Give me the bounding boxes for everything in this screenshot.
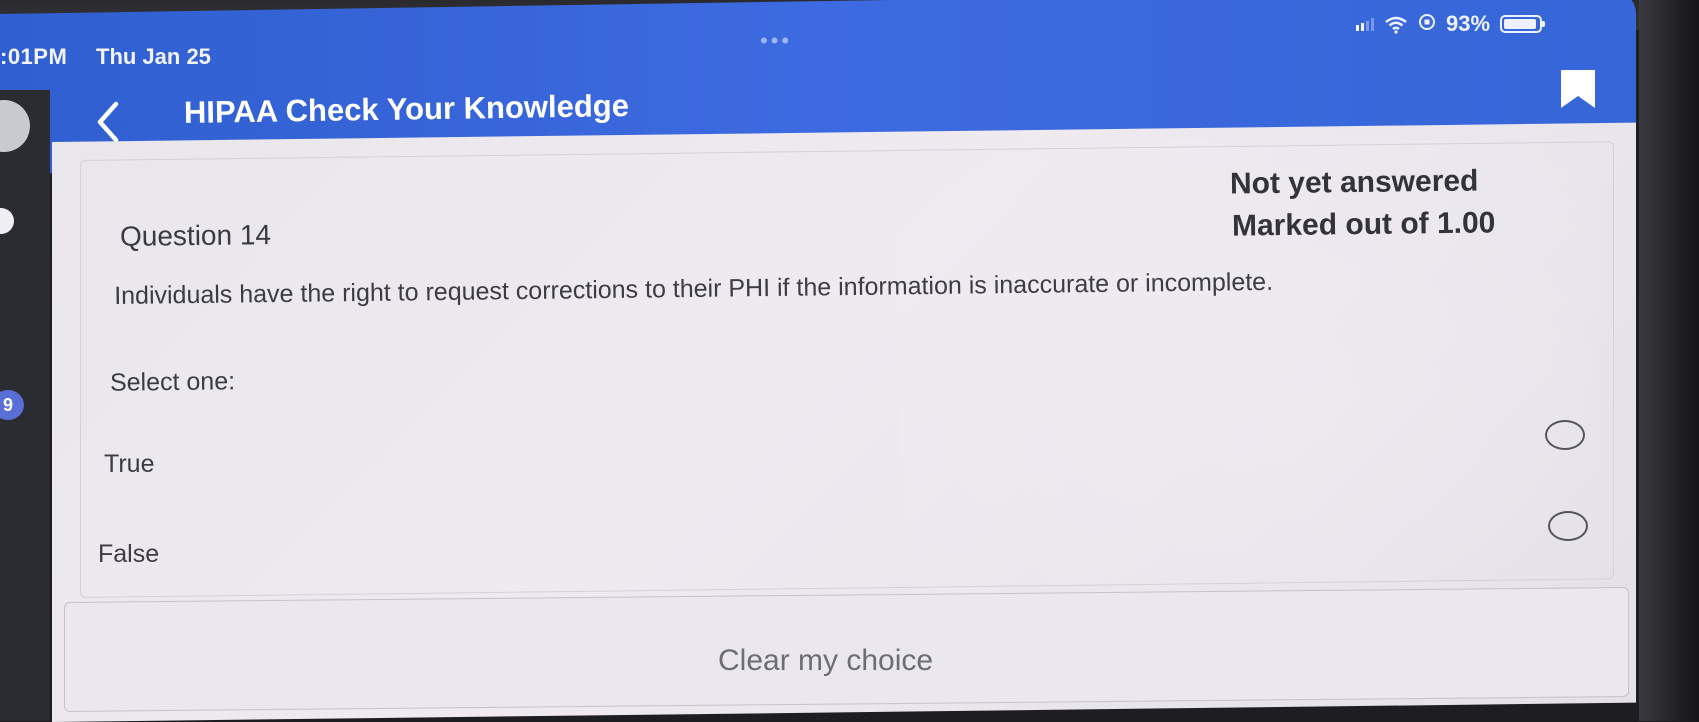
option-true-label[interactable]: True (104, 450, 154, 479)
option-true-radio[interactable] (1545, 420, 1585, 450)
status-indicators: 93% (1356, 10, 1546, 38)
tablet-screen: :01PM Thu Jan 25 ••• 93% HIPAA Check You… (0, 0, 1699, 722)
select-one-prompt: Select one: (109, 367, 236, 397)
bookmark-icon[interactable] (1558, 68, 1598, 112)
battery-icon (1500, 15, 1546, 33)
cellular-signal-icon (1356, 17, 1374, 31)
option-false-label[interactable]: False (98, 540, 159, 569)
multitasking-dots-icon[interactable]: ••• (760, 30, 792, 52)
battery-percent: 93% (1446, 11, 1491, 36)
question-mark: Marked out of 1.00 (1231, 206, 1496, 243)
page-title: HIPAA Check Your Knowledge (183, 88, 630, 130)
status-time: :01PM (0, 44, 68, 69)
clear-choice-label[interactable]: Clear my choice (718, 644, 933, 678)
question-status: Not yet answered (1229, 164, 1479, 201)
battery-level-fill (1504, 19, 1536, 29)
right-bezel (1639, 0, 1699, 721)
status-date: Thu Jan 25 (96, 44, 211, 69)
question-number: Question 14 (119, 219, 272, 252)
orientation-lock-icon (1418, 11, 1436, 37)
wifi-icon (1384, 16, 1408, 34)
option-false-radio[interactable] (1548, 511, 1588, 541)
back-chevron-icon[interactable] (92, 100, 124, 144)
